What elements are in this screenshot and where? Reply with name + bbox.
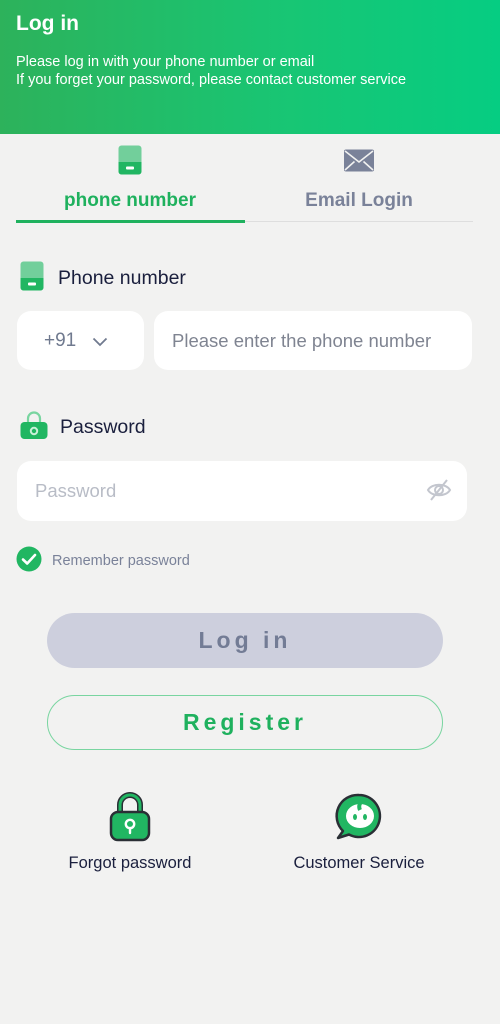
register-button[interactable]: Register [47,695,443,750]
country-code-value: +91 [44,329,77,351]
login-method-tabs: phone number Email Login [16,134,473,224]
phone-number-label-text: Phone number [58,266,186,289]
forgot-password-label: Forgot password [68,854,192,872]
lock-icon [109,792,151,847]
active-tab-indicator [16,220,245,223]
tab-label: Email Login [305,190,413,211]
customer-service-label: Customer Service [293,854,425,872]
tab-label: phone number [64,190,196,211]
chat-bubble-icon [334,792,384,847]
phone-icon [20,261,44,296]
page-title: Log in [16,12,79,35]
remember-password-checkbox[interactable]: Remember password [16,546,190,577]
chevron-down-icon [92,331,108,353]
customer-service-link[interactable]: Customer Service [259,790,459,880]
subtitle-line-1: Please log in with your phone number or … [16,54,315,70]
tab-phone-number[interactable]: phone number [16,134,244,222]
checkmark-circle-icon [16,546,42,577]
country-code-select[interactable]: +91 [17,311,144,370]
phone-number-input[interactable] [154,311,472,370]
password-field [17,461,467,521]
eye-off-icon[interactable] [426,478,452,507]
forgot-password-link[interactable]: Forgot password [30,790,230,880]
header-subtitle: Please log in with your phone number or … [16,53,406,89]
tab-email-login[interactable]: Email Login [245,134,473,222]
password-label: Password [20,410,146,445]
login-button[interactable]: Log in [47,613,443,668]
password-input[interactable] [17,461,417,521]
password-label-text: Password [60,415,146,438]
remember-password-label: Remember password [52,553,190,569]
subtitle-line-2: If you forget your password, please cont… [16,72,407,88]
envelope-icon [344,149,375,177]
phone-icon [118,145,142,180]
phone-number-label: Phone number [20,261,186,296]
page-header: Log in Please log in with your phone num… [0,0,500,134]
lock-icon [20,410,48,445]
